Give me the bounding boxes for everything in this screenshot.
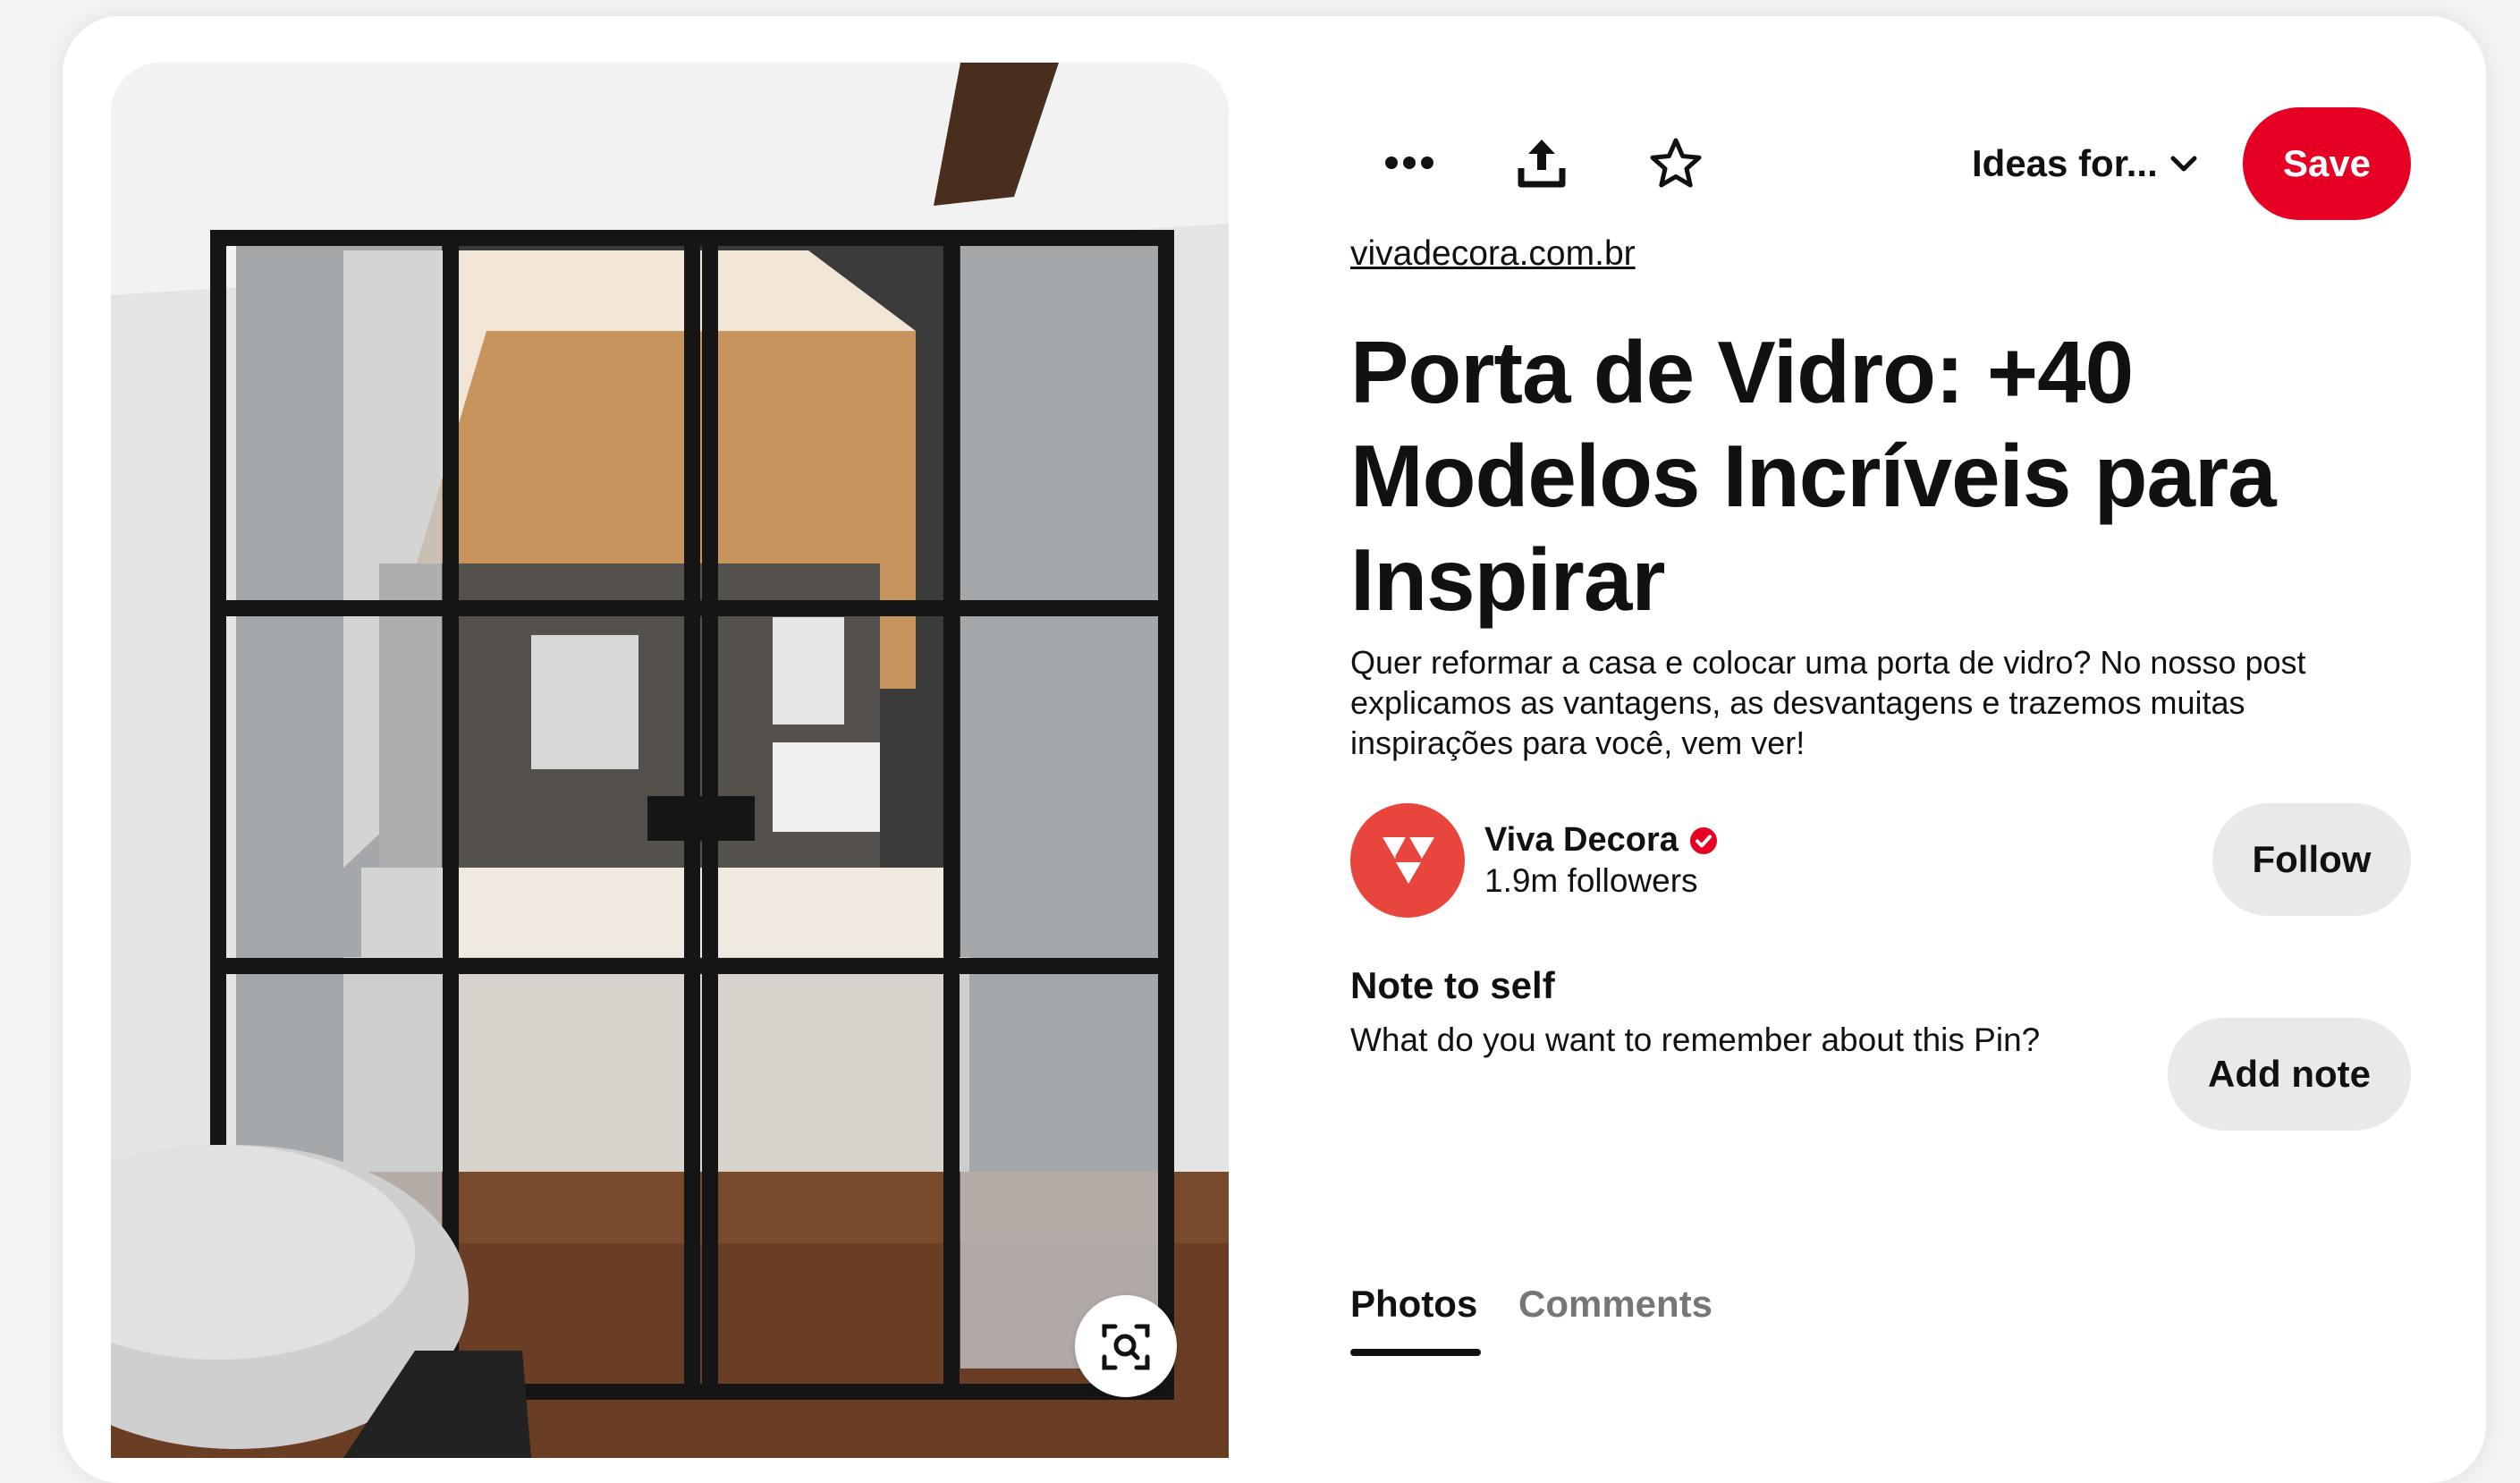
visual-search-icon — [1102, 1324, 1150, 1370]
share-upload-icon — [1518, 140, 1566, 188]
more-options-icon — [1385, 157, 1433, 169]
pin-title: Porta de Vidro: +40 Modelos Incríveis pa… — [1350, 323, 2277, 629]
note-heading: Note to self — [1350, 964, 1555, 1006]
add-note-button[interactable]: Add note — [2168, 1018, 2411, 1131]
chevron-down-icon — [2170, 156, 2197, 172]
tab-comments[interactable]: Comments — [1518, 1283, 1712, 1326]
active-tab-indicator — [1350, 1349, 1481, 1356]
source-link[interactable]: vivadecora.com.br — [1350, 234, 1636, 274]
more-options-button[interactable] — [1372, 125, 1447, 200]
creator-name-row[interactable]: Viva Decora — [1484, 821, 1718, 860]
pin-photo-illustration — [111, 63, 1229, 1458]
follow-button[interactable]: Follow — [2212, 803, 2411, 916]
pin-image[interactable] — [111, 63, 1229, 1458]
verified-badge-icon — [1689, 826, 1717, 854]
board-select-dropdown[interactable]: Ideas for... — [1972, 134, 2197, 193]
creator-avatar[interactable] — [1350, 803, 1465, 918]
pin-description: Quer reformar a casa e colocar uma porta… — [1350, 644, 2306, 761]
viva-decora-logo-icon — [1383, 834, 1434, 884]
save-button[interactable]: Save — [2243, 107, 2411, 220]
creator-name: Viva Decora — [1484, 821, 1679, 859]
board-select-label: Ideas for... — [1972, 142, 2158, 184]
creator-followers: 1.9m followers — [1484, 862, 1698, 899]
tab-photos[interactable]: Photos — [1350, 1283, 1477, 1326]
share-button[interactable] — [1504, 125, 1579, 200]
star-icon — [1650, 138, 1702, 188]
favorite-button[interactable] — [1638, 125, 1713, 200]
note-prompt: What do you want to remember about this … — [1350, 1021, 2041, 1058]
visual-search-button[interactable] — [1075, 1295, 1177, 1397]
